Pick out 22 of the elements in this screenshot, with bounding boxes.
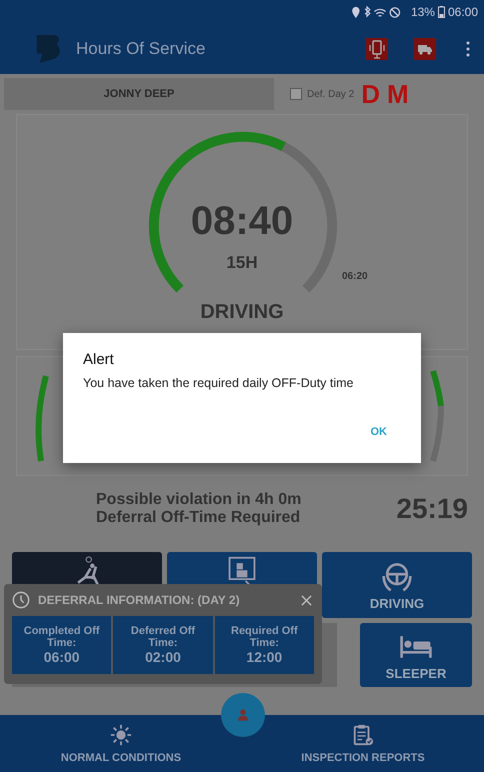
violation-text: Deferral Off-Time Required xyxy=(96,509,302,527)
status-letter: D xyxy=(361,78,380,110)
deferral-title: DEFERRAL INFORMATION: (DAY 2) xyxy=(38,593,241,607)
cycle-hours: 15H xyxy=(225,253,259,273)
violation-text: Possible violation in 4h 0m xyxy=(96,491,302,509)
cell-label: Required Off Time: xyxy=(230,625,299,649)
status-letter: M xyxy=(387,78,409,110)
dialog-message: You have taken the required daily OFF-Duty time xyxy=(83,376,355,390)
deferral-label: Def. Day 2 xyxy=(307,88,354,100)
duty-status: DRIVING xyxy=(199,301,285,324)
cell-label: Deferred Off Time: xyxy=(130,625,196,649)
cell-value: 06:00 xyxy=(44,649,80,665)
dialog-title: Alert xyxy=(83,351,115,368)
app-title: Hours Of Service xyxy=(76,39,206,59)
countdown-timer: 25:19 xyxy=(396,493,468,525)
cell-value: 12:00 xyxy=(246,649,282,665)
battery-percent: 13% xyxy=(410,5,435,19)
elapsed-time: 08:40 xyxy=(190,199,294,244)
cell-value: 02:00 xyxy=(145,649,181,665)
cell-label: Completed Off Time: xyxy=(22,625,101,649)
remaining-time: 06:20 xyxy=(342,271,368,282)
clock: 06:00 xyxy=(448,5,478,19)
